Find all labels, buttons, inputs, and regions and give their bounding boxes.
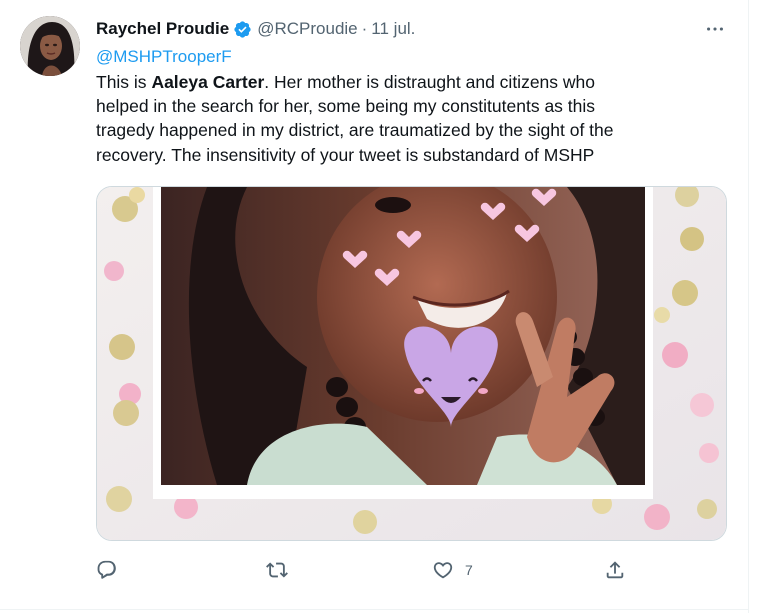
tweet-text-line: tragedy happened in my district, are tra…: [96, 120, 614, 141]
retweet-button[interactable]: [266, 556, 299, 584]
separator-dot: ·: [361, 19, 368, 38]
more-options-button[interactable]: [700, 17, 730, 41]
column-divider: [748, 0, 749, 613]
avatar-photo: [20, 16, 80, 76]
share-icon: [606, 561, 624, 579]
author-name[interactable]: Raychel Proudie: [96, 15, 229, 43]
tweet-text-line: This is Aaleya Carter. Her mother is dis…: [96, 70, 736, 94]
text-bold-name: Aaleya Carter: [151, 72, 265, 92]
more-icon: [707, 27, 723, 31]
reply-button[interactable]: [96, 556, 118, 584]
verified-badge-icon[interactable]: [233, 20, 252, 39]
like-button[interactable]: 7: [432, 556, 473, 584]
photo-of-girl-with-heart-stickers: [97, 187, 726, 540]
tweet-text: This is Aaleya Carter. Her mother is dis…: [96, 70, 736, 167]
reply-to-mention[interactable]: @MSHPTrooperF: [96, 45, 232, 69]
tweet-header: Raychel Proudie @RCProudie · 11 jul.: [96, 15, 415, 43]
tweet-text-line: helped in the search for her, some being…: [96, 96, 596, 117]
author-handle[interactable]: @RCProudie: [257, 15, 357, 43]
retweet-icon: [266, 562, 288, 578]
tweet-action-bar: 7: [96, 556, 736, 584]
tweet-bottom-divider: [0, 609, 748, 610]
tweet-date[interactable]: 11 jul.: [371, 15, 415, 43]
avatar[interactable]: [20, 16, 80, 76]
tweet-text-line: recovery. The insensitivity of your twee…: [96, 144, 595, 165]
text-segment: . Her mother is distraught and citizens …: [264, 72, 596, 92]
text-segment: This is: [96, 72, 152, 92]
like-count: 7: [465, 562, 473, 578]
tweet-media-image[interactable]: [96, 186, 727, 541]
share-button[interactable]: [604, 556, 626, 584]
heart-icon: [433, 562, 453, 579]
reply-icon: [97, 560, 116, 579]
